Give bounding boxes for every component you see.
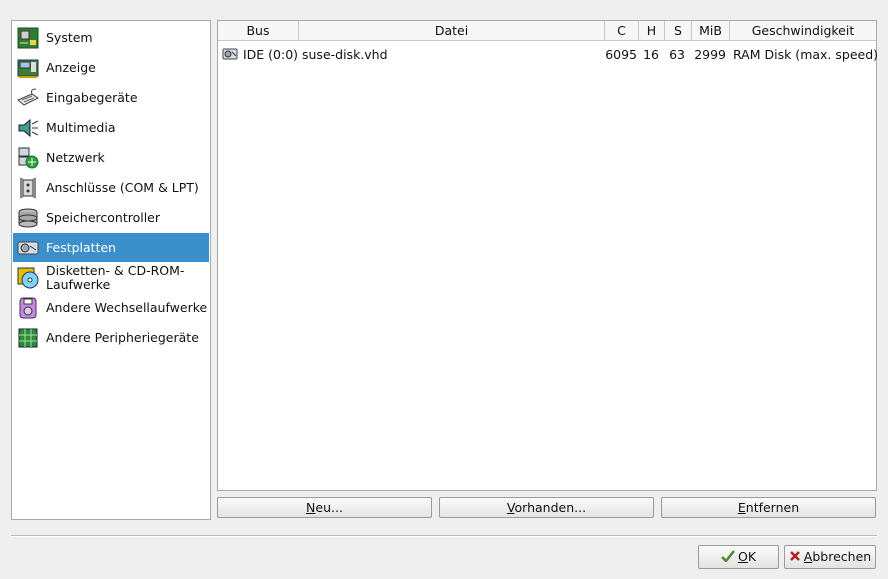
network-icon [15,145,41,171]
sidebar-item-peripherie[interactable]: Andere Peripheriegeräte [13,323,209,352]
port-connector-icon [15,175,41,201]
cd-rom-icon [15,265,41,291]
speaker-icon [15,115,41,141]
close-icon [789,547,801,569]
cell-mib: 2999 [694,47,726,62]
sidebar-item-anzeige[interactable]: Anzeige [13,53,209,82]
display-card-icon [15,55,41,81]
cell-h: 16 [643,47,659,62]
ok-button[interactable]: OK [698,545,779,569]
system-board-icon [15,25,41,51]
hard-disk-icon [15,235,41,261]
hard-disk-icon [222,47,238,63]
cancel-button[interactable]: Abbrechen [784,545,876,569]
sidebar-item-wechsellaufwerke[interactable]: Andere Wechsellaufwerke [13,293,209,322]
sidebar-item-netzwerk[interactable]: Netzwerk [13,143,209,172]
cell-geschwindigkeit: RAM Disk (max. speed) [733,47,879,62]
column-header-s[interactable]: S [665,21,692,40]
sidebar-item-disketten-cdrom[interactable]: Disketten- & CD-ROM- Laufwerke [13,263,209,292]
column-header-h[interactable]: H [639,21,665,40]
column-header-bus[interactable]: Bus [218,21,299,40]
cell-s: 63 [669,47,685,62]
category-list[interactable]: System Anzeige Eingabegeräte Multimedia … [11,20,211,520]
table-row[interactable]: IDE (0:0) suse-disk.vhd 6095 16 63 2999 … [218,45,879,65]
column-header-c[interactable]: C [605,21,639,40]
removable-drive-icon [15,295,41,321]
sidebar-item-anschluesse[interactable]: Anschlüsse (COM & LPT) [13,173,209,202]
column-header-datei[interactable]: Datei [299,21,605,40]
column-header-geschwindigkeit[interactable]: Geschwindigkeit [730,21,876,40]
new-disk-button[interactable]: Neu... [217,497,432,518]
remove-disk-button[interactable]: Entfernen [661,497,876,518]
cell-datei: suse-disk.vhd [302,47,388,62]
sidebar-item-eingabegeraete[interactable]: Eingabegeräte [13,83,209,112]
table-header: Bus Datei C H S MiB Geschwindigkeit [218,21,876,41]
storage-controller-icon [15,205,41,231]
peripheral-chip-icon [15,325,41,351]
sidebar-item-multimedia[interactable]: Multimedia [13,113,209,142]
keyboard-icon [15,85,41,111]
sidebar-item-festplatten[interactable]: Festplatten [13,233,209,262]
cell-bus: IDE (0:0) [243,47,299,62]
cell-c: 6095 [605,47,637,62]
hard-disk-table[interactable]: Bus Datei C H S MiB Geschwindigkeit IDE … [217,20,879,491]
column-header-mib[interactable]: MiB [692,21,730,40]
checkmark-icon [721,547,735,569]
sidebar-item-system[interactable]: System [13,23,209,52]
existing-disk-button[interactable]: Vorhanden... [439,497,654,518]
divider [11,535,877,537]
sidebar-item-speichercontroller[interactable]: Speichercontroller [13,203,209,232]
